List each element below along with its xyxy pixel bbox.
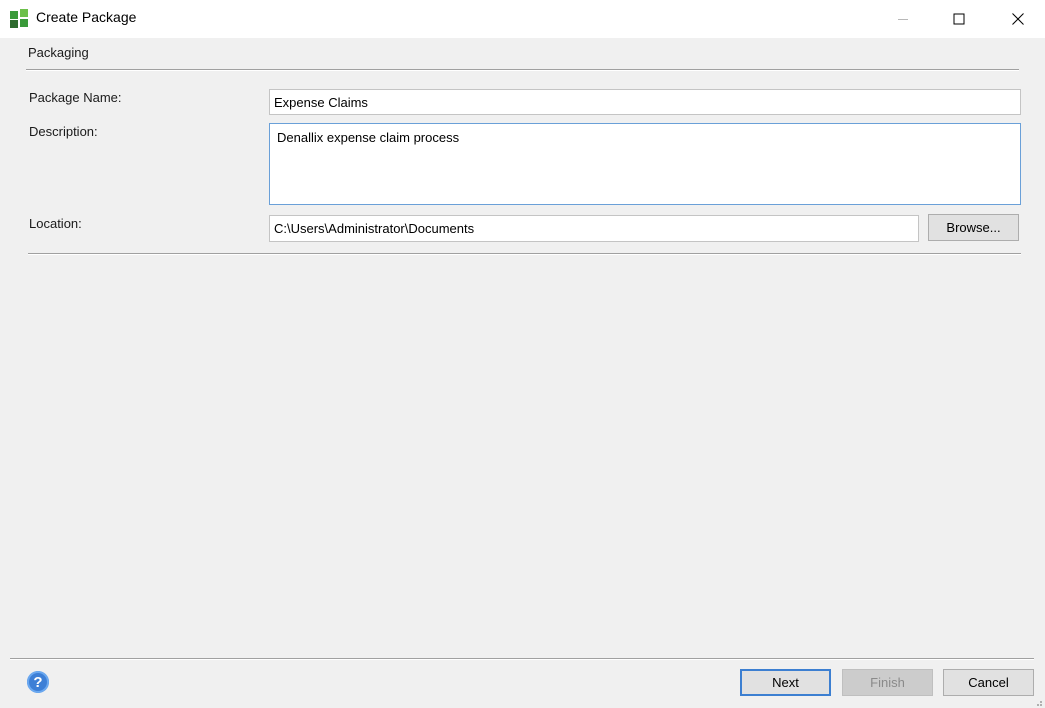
location-input[interactable]: [269, 215, 919, 242]
form-divider: [28, 253, 1021, 255]
browse-button[interactable]: Browse...: [928, 214, 1019, 241]
minimize-button[interactable]: [880, 0, 926, 38]
next-button[interactable]: Next: [740, 669, 831, 696]
footer-divider: [10, 658, 1034, 660]
section-divider: [26, 69, 1019, 71]
description-label: Description:: [29, 124, 98, 139]
close-icon: [1012, 13, 1024, 25]
title-bar: Create Package: [0, 0, 1045, 38]
minimize-icon: [898, 19, 908, 20]
close-button[interactable]: [995, 0, 1041, 38]
resize-grip-icon[interactable]: [1034, 698, 1043, 707]
cancel-button[interactable]: Cancel: [943, 669, 1034, 696]
maximize-button[interactable]: [936, 0, 982, 38]
description-textarea[interactable]: Denallix expense claim process: [269, 123, 1021, 205]
section-title: Packaging: [28, 45, 89, 60]
help-icon[interactable]: ?: [27, 671, 49, 693]
package-name-label: Package Name:: [29, 90, 122, 105]
package-grid-icon: [10, 9, 28, 28]
maximize-icon: [953, 13, 965, 25]
location-label: Location:: [29, 216, 82, 231]
finish-button: Finish: [842, 669, 933, 696]
window-title: Create Package: [36, 9, 137, 25]
package-name-input[interactable]: [269, 89, 1021, 115]
